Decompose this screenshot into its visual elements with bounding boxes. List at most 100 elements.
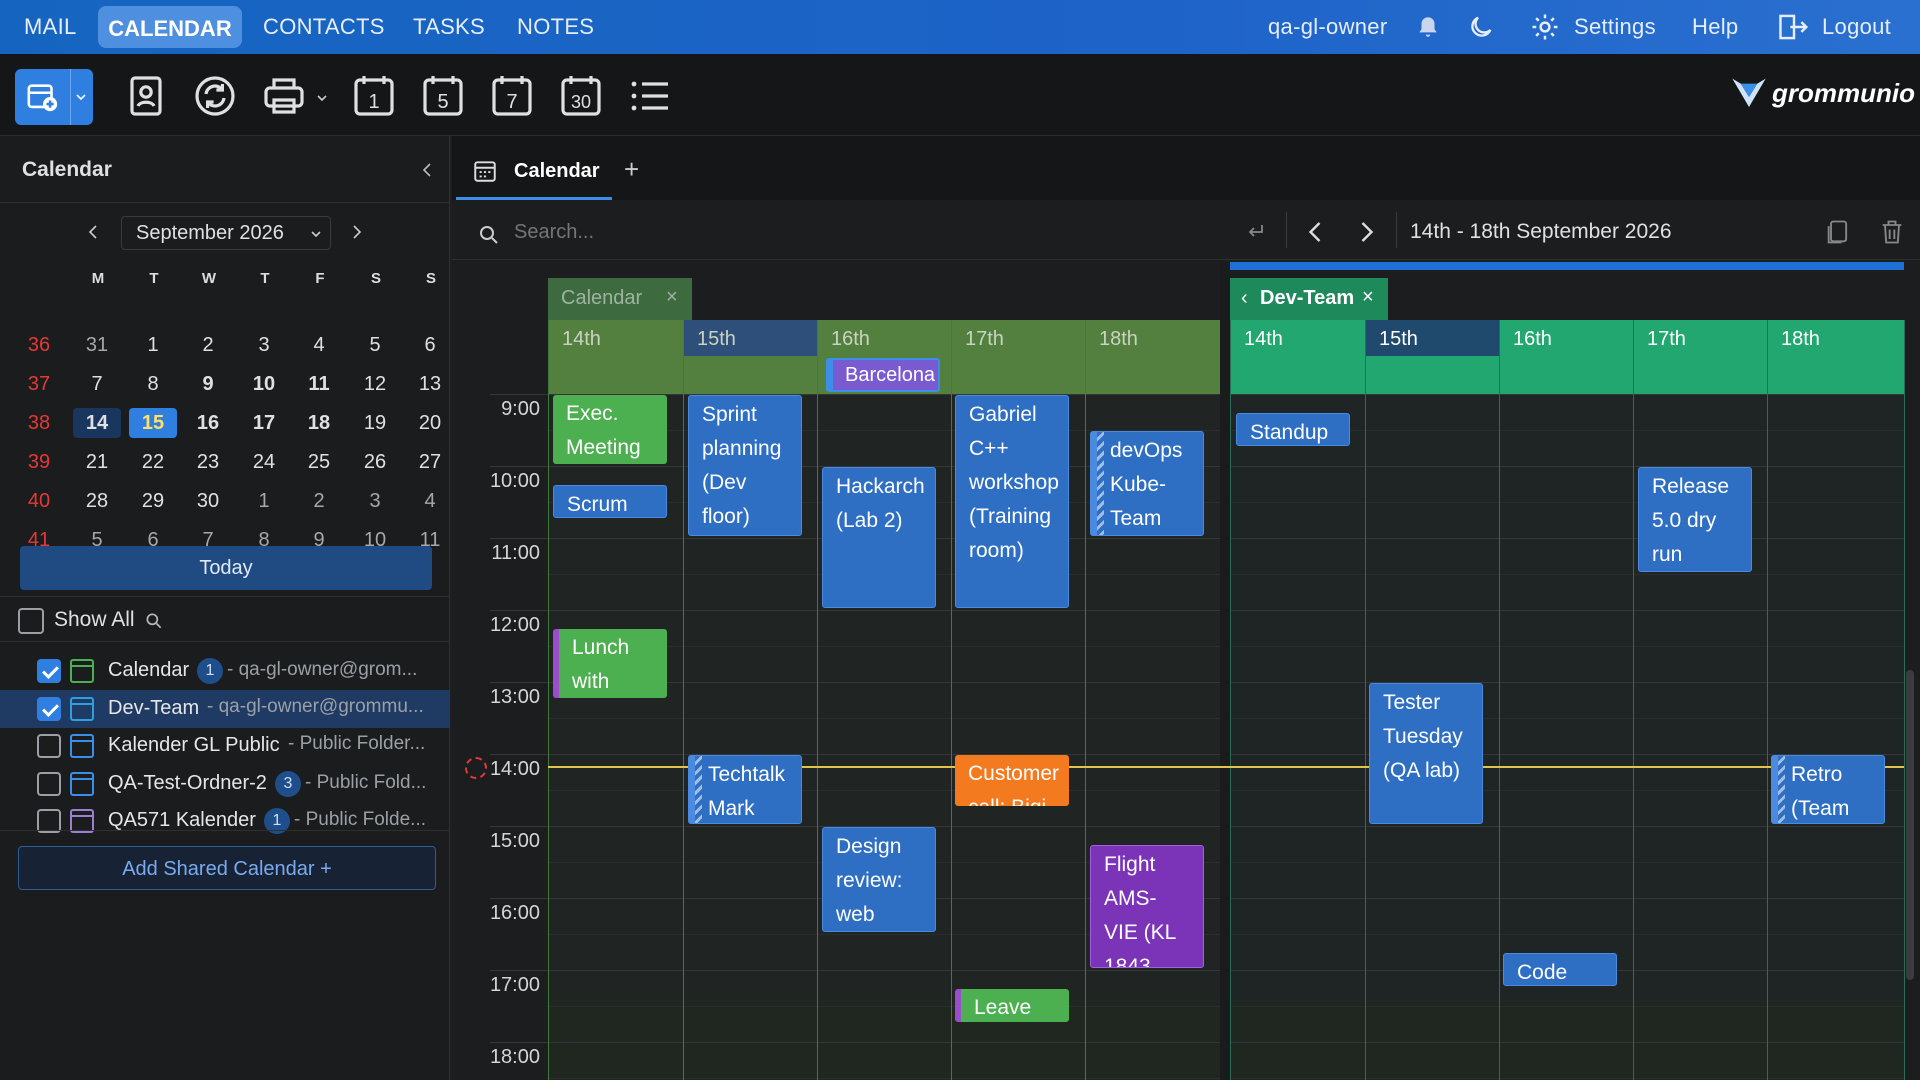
calendar-event[interactable]: Techtalk Mark: [688, 755, 802, 824]
mini-calendar-day[interactable]: 22: [129, 447, 177, 477]
day-header[interactable]: 14th: [562, 328, 601, 351]
next-week-icon[interactable]: [1356, 220, 1378, 244]
nav-tasks[interactable]: TASKS: [413, 14, 485, 40]
calendar-event[interactable]: Customer call: Bigi: [955, 755, 1069, 806]
calendar-checkbox[interactable]: [37, 659, 61, 683]
day-header[interactable]: 18th: [1781, 328, 1820, 351]
show-all-checkbox[interactable]: [18, 608, 44, 634]
day-header[interactable]: 17th: [965, 328, 1004, 351]
week-view-icon[interactable]: 7: [488, 72, 536, 120]
help-link[interactable]: Help: [1692, 14, 1738, 40]
calendar-event[interactable]: Standup: [1236, 413, 1350, 446]
calendar-checkbox[interactable]: [37, 771, 61, 796]
calendar-checkbox[interactable]: [37, 696, 61, 721]
mini-calendar-day[interactable]: 9: [184, 369, 232, 399]
mini-calendar-day[interactable]: 20: [406, 408, 454, 438]
calendar-event[interactable]: Retro (Team: [1771, 755, 1885, 824]
address-book-icon[interactable]: [122, 72, 170, 120]
calendar-event[interactable]: Hackarch (Lab 2): [822, 467, 936, 608]
calendar-event[interactable]: Gabriel C++ workshop (Training room): [955, 395, 1069, 608]
vertical-scrollbar[interactable]: [1906, 670, 1914, 980]
calendar-event[interactable]: Release 5.0 dry run: [1638, 467, 1752, 572]
mini-calendar-day[interactable]: 31: [73, 330, 121, 360]
calendar-event[interactable]: Tester Tuesday (QA lab): [1369, 683, 1483, 824]
mini-calendar-day[interactable]: 16: [184, 408, 232, 438]
mini-calendar-day[interactable]: 6: [406, 330, 454, 360]
calendar-list-item[interactable]: QA571 Kalender 1- Public Folde...: [0, 802, 450, 840]
mini-calendar-day[interactable]: 3: [351, 486, 399, 516]
mini-calendar-day[interactable]: 13: [406, 369, 454, 399]
nav-contacts[interactable]: CONTACTS: [263, 14, 385, 40]
nav-notes[interactable]: NOTES: [517, 14, 594, 40]
mini-calendar-day[interactable]: 19: [351, 408, 399, 438]
week-number[interactable]: 38: [14, 412, 64, 435]
day-header[interactable]: 18th: [1099, 328, 1138, 351]
mini-calendar-day[interactable]: 23: [184, 447, 232, 477]
chevron-left-icon[interactable]: ‹: [1241, 287, 1248, 310]
today-button[interactable]: Today: [20, 546, 432, 590]
calendar-list-item[interactable]: Kalender GL Public - Public Folder...: [0, 727, 450, 765]
copy-icon[interactable]: [1824, 216, 1852, 248]
calendar-event[interactable]: Scrum IV: [553, 485, 667, 518]
day-header[interactable]: 15th: [697, 328, 736, 351]
mini-calendar-day[interactable]: 30: [184, 486, 232, 516]
mini-calendar-day[interactable]: 4: [406, 486, 454, 516]
printer-icon[interactable]: [260, 72, 308, 120]
user-name[interactable]: qa-gl-owner: [1268, 14, 1387, 40]
trash-icon[interactable]: [1878, 216, 1906, 248]
calendar-list-item[interactable]: Dev-Team - qa-gl-owner@grommu...: [0, 689, 450, 728]
calendar-list-item[interactable]: Calendar 1- qa-gl-owner@grom...: [0, 652, 450, 690]
mini-calendar-day[interactable]: 8: [129, 369, 177, 399]
mini-calendar-day[interactable]: 11: [295, 369, 343, 399]
week-number[interactable]: 37: [14, 373, 64, 396]
mini-calendar-day[interactable]: 17: [240, 408, 288, 438]
day-header[interactable]: 17th: [1647, 328, 1686, 351]
mini-calendar-day[interactable]: 7: [73, 369, 121, 399]
calendar-event[interactable]: devOps Kube-Team: [1090, 431, 1204, 536]
tab-calendar[interactable]: Calendar: [456, 136, 612, 200]
mini-calendar-day[interactable]: 21: [73, 447, 121, 477]
moon-icon[interactable]: [1467, 13, 1495, 41]
week-number[interactable]: 36: [14, 334, 64, 357]
mini-calendar-day[interactable]: 2: [295, 486, 343, 516]
bell-icon[interactable]: [1415, 14, 1441, 40]
logout-link[interactable]: Logout: [1822, 14, 1891, 40]
collapse-sidebar-icon[interactable]: [420, 162, 434, 178]
gear-icon[interactable]: [1530, 12, 1560, 42]
mini-calendar-day[interactable]: 26: [351, 447, 399, 477]
mini-calendar-day[interactable]: 10: [240, 369, 288, 399]
chevron-down-icon[interactable]: [75, 91, 87, 103]
new-event-button[interactable]: [15, 69, 93, 125]
calendar-event[interactable]: Flight AMS-VIE (KL 1843, seat 14C): [1090, 845, 1204, 968]
calendar-event[interactable]: Exec. Meeting: [553, 395, 667, 464]
day-header[interactable]: 15th: [1379, 328, 1418, 351]
calendar-event[interactable]: Leave: [955, 989, 1069, 1022]
mini-calendar-day[interactable]: 27: [406, 447, 454, 477]
day-header[interactable]: 14th: [1244, 328, 1283, 351]
mini-calendar-day[interactable]: 3: [240, 330, 288, 360]
month-select[interactable]: September 2026: [121, 216, 331, 250]
close-icon[interactable]: ×: [666, 286, 678, 309]
mini-calendar-day[interactable]: 25: [295, 447, 343, 477]
prev-week-icon[interactable]: [1304, 220, 1326, 244]
search-input[interactable]: [514, 214, 1054, 250]
day-header[interactable]: 16th: [1513, 328, 1552, 351]
week-number[interactable]: 40: [14, 490, 64, 513]
close-icon[interactable]: ×: [1362, 286, 1374, 309]
workweek-view-icon[interactable]: 5: [419, 72, 467, 120]
mini-calendar-day[interactable]: 2: [184, 330, 232, 360]
calendar-checkbox[interactable]: [37, 734, 61, 758]
all-day-event[interactable]: Barcelona: [826, 358, 940, 392]
day-view-icon[interactable]: 1: [350, 72, 398, 120]
mini-calendar-day[interactable]: 14: [73, 408, 121, 438]
logout-icon[interactable]: [1778, 12, 1810, 42]
mini-calendar-day[interactable]: 1: [129, 330, 177, 360]
mini-calendar-day[interactable]: 18: [295, 408, 343, 438]
mini-calendar-day[interactable]: 15: [129, 408, 177, 438]
calendar-event[interactable]: Code: [1503, 953, 1617, 986]
add-tab-button[interactable]: +: [624, 154, 639, 185]
calendar-event[interactable]: Design review: web: [822, 827, 936, 932]
prev-month-icon[interactable]: [86, 224, 100, 240]
mini-calendar-day[interactable]: 4: [295, 330, 343, 360]
add-shared-calendar-button[interactable]: Add Shared Calendar +: [18, 846, 436, 890]
